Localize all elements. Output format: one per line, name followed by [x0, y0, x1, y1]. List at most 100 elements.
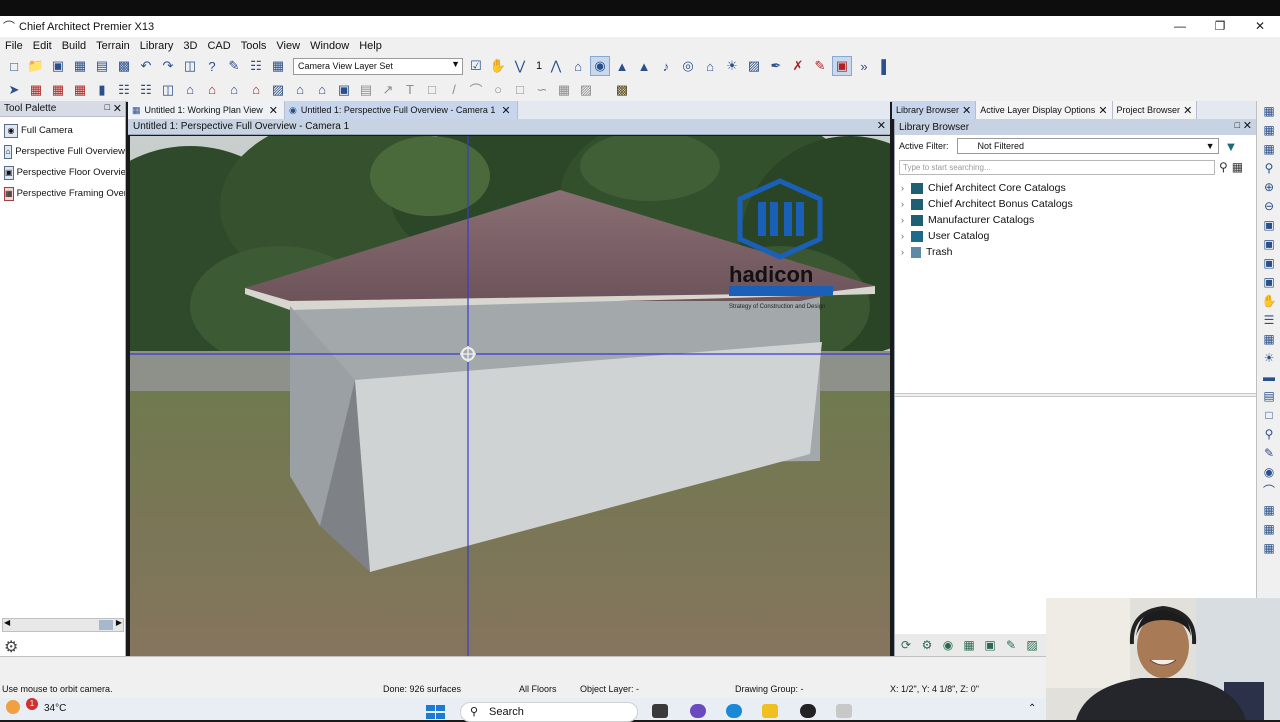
cad-block-icon[interactable]: ▨ — [576, 80, 596, 100]
search-doc-icon[interactable]: ⚲ — [1259, 425, 1279, 443]
hatch-icon[interactable]: ▤ — [356, 80, 376, 100]
redo-icon[interactable]: ↷ — [158, 56, 178, 76]
close-icon[interactable]: ✕ — [1243, 119, 1252, 132]
save-icon[interactable]: ▣ — [48, 56, 68, 76]
layer-check-icon[interactable]: ☑ — [466, 56, 486, 76]
fill-window-icon[interactable]: ▣ — [1259, 216, 1279, 234]
scroll-thumb[interactable] — [99, 620, 113, 630]
lamp-icon[interactable]: ☀ — [1259, 349, 1279, 367]
scroll-left-icon[interactable]: ◀ — [4, 618, 10, 627]
menu-window[interactable]: Window — [305, 40, 354, 52]
pan-hand-icon[interactable]: ✋ — [1259, 292, 1279, 310]
fill-building-icon[interactable]: ▣ — [1259, 235, 1279, 253]
floor-down-icon[interactable]: ⋁ — [510, 56, 530, 76]
roof-plane-icon[interactable]: ⌂ — [290, 80, 310, 100]
taskbar-app-icon[interactable] — [690, 704, 706, 718]
window-layout-icon[interactable]: ▦ — [1259, 140, 1279, 158]
library-house-icon[interactable]: ⌂ — [246, 80, 266, 100]
zoom-out-icon[interactable]: ⊖ — [1259, 197, 1279, 215]
close-icon[interactable]: ✕ — [877, 119, 886, 132]
edit-layer-icon[interactable]: ✎ — [224, 56, 244, 76]
palette-scrollbar[interactable]: ◀ ▶ — [2, 618, 124, 632]
close-button[interactable]: ✕ — [1240, 16, 1280, 37]
chevron-right-icon[interactable]: › — [901, 247, 911, 257]
line-weight-icon[interactable]: ▬ — [1259, 368, 1279, 386]
chevron-right-icon[interactable]: › — [901, 199, 911, 209]
stairs-tool-icon[interactable]: ☷ — [136, 80, 156, 100]
box-tool-icon[interactable]: ▣ — [334, 80, 354, 100]
taskbar-app-icon[interactable] — [652, 704, 668, 718]
callout-icon[interactable]: □ — [422, 80, 442, 100]
cabinet-base-icon[interactable]: ▦ — [70, 80, 90, 100]
cabinet-tool-icon[interactable]: ▦ — [48, 80, 68, 100]
tab-project-browser[interactable]: Project Browser ✕ — [1112, 101, 1198, 119]
tree-item-core-catalogs[interactable]: › Chief Architect Core Catalogs — [895, 180, 1256, 196]
pin-icon[interactable]: □ — [105, 102, 110, 112]
taskbar-app-icon[interactable] — [800, 704, 816, 718]
tree-item-trash[interactable]: › Trash — [895, 244, 1256, 260]
chevron-right-icon[interactable]: › — [901, 183, 911, 193]
palette-item-full-camera[interactable]: ◉ Full Camera — [0, 120, 125, 141]
zoom-icon[interactable]: ⚲ — [1259, 159, 1279, 177]
palette-item-floor-overview[interactable]: ▣ Perspective Floor Overview — [0, 162, 125, 183]
terrain-view-icon[interactable]: ▲ — [634, 56, 654, 76]
arc-tool-icon[interactable]: ⌒ — [466, 80, 486, 100]
help-icon[interactable]: ? — [202, 56, 222, 76]
camera-view-icon[interactable]: ◉ — [590, 56, 610, 76]
close-icon[interactable]: ✕ — [113, 102, 122, 115]
edit-icon[interactable]: ✎ — [1002, 636, 1020, 654]
weather-icon[interactable] — [6, 700, 20, 714]
full-overview-icon[interactable]: ▲ — [612, 56, 632, 76]
hand-tool-icon[interactable]: ✋ — [488, 56, 508, 76]
fit-view-icon[interactable]: ▣ — [1259, 273, 1279, 291]
close-icon[interactable]: ✕ — [501, 104, 510, 117]
filter-icon[interactable]: ▼ — [1225, 139, 1238, 154]
close-icon[interactable]: ✕ — [1098, 104, 1107, 117]
start-button[interactable] — [426, 705, 446, 719]
more-tools-icon[interactable]: » — [854, 56, 874, 76]
pin-icon[interactable]: □ — [1235, 120, 1240, 130]
material-delete-icon[interactable]: ✗ — [788, 56, 808, 76]
dimension-line-icon[interactable]: ↗ — [378, 80, 398, 100]
framing-tool-icon[interactable]: ◫ — [158, 80, 178, 100]
table-icon[interactable]: ▦ — [960, 636, 978, 654]
paint-icon[interactable]: ✎ — [810, 56, 830, 76]
circle-tool-icon[interactable]: ○ — [488, 80, 508, 100]
temperature[interactable]: 34°C — [44, 703, 66, 714]
delete-surface-icon[interactable]: ▣ — [832, 56, 852, 76]
line-tool-icon[interactable]: / — [444, 80, 464, 100]
material-icon[interactable]: ▨ — [744, 56, 764, 76]
arch-tool-icon[interactable]: ⌂ — [312, 80, 332, 100]
minimize-button[interactable]: — — [1160, 16, 1200, 37]
color-icon[interactable]: ▤ — [1259, 387, 1279, 405]
print-icon[interactable]: ▤ — [92, 56, 112, 76]
eyedropper-icon[interactable]: ✒ — [766, 56, 786, 76]
menu-3d[interactable]: 3D — [178, 40, 202, 52]
copy-style-icon[interactable]: ◫ — [180, 56, 200, 76]
tree-item-bonus-catalogs[interactable]: › Chief Architect Bonus Catalogs — [895, 196, 1256, 212]
filter-select[interactable]: Not Filtered ▼ — [956, 138, 1219, 154]
menu-help[interactable]: Help — [354, 40, 387, 52]
tree-item-user-catalog[interactable]: › User Catalog — [895, 228, 1256, 244]
select-icon[interactable]: ➤ — [4, 80, 24, 100]
spline-tool-icon[interactable]: ∽ — [532, 80, 552, 100]
chief-architect-taskbar-icon[interactable] — [836, 704, 852, 718]
add-to-library-icon[interactable]: ▨ — [1023, 636, 1041, 654]
rect-tool-icon[interactable]: □ — [510, 80, 530, 100]
panel-2-icon[interactable]: ▦ — [1259, 539, 1279, 557]
tab-working-plan[interactable]: ▦ Untitled 1: Working Plan View ✕ — [128, 101, 285, 119]
terrain-tool-icon[interactable]: ⌂ — [224, 80, 244, 100]
wall-tool-icon[interactable]: ▦ — [26, 80, 46, 100]
material-list-icon[interactable]: ▩ — [612, 80, 632, 100]
blank-page-icon[interactable]: □ — [1259, 406, 1279, 424]
menu-tools[interactable]: Tools — [236, 40, 272, 52]
menu-terrain[interactable]: Terrain — [91, 40, 135, 52]
palette-item-full-overview[interactable]: ⌂ Perspective Full Overview — [0, 141, 125, 162]
roof-tool-icon[interactable]: ⌂ — [180, 80, 200, 100]
build-house-icon[interactable]: ⌂ — [202, 80, 222, 100]
search-icon[interactable]: ⚲ — [1219, 160, 1228, 174]
browser-icon[interactable] — [726, 704, 742, 718]
layout-icon[interactable]: ▣ — [981, 636, 999, 654]
window-cascade-icon[interactable]: ▦ — [1259, 121, 1279, 139]
layer-set-select[interactable]: Camera View Layer Set ▼ — [293, 57, 463, 75]
